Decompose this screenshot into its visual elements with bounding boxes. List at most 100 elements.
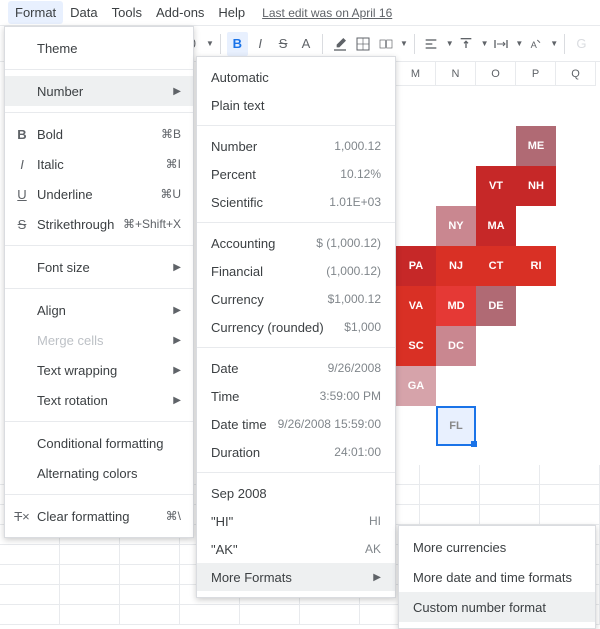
col-header[interactable]: N	[436, 62, 476, 86]
menu-alternating-colors[interactable]: Alternating colors	[5, 458, 193, 488]
cell-pa[interactable]: PA	[396, 246, 436, 286]
menu-addons[interactable]: Add-ons	[149, 1, 211, 24]
format-example: 1.01E+03	[329, 195, 381, 209]
italic-icon: I	[13, 157, 31, 172]
menu-help[interactable]: Help	[211, 1, 252, 24]
cell-nh[interactable]: NH	[516, 166, 556, 206]
format-automatic[interactable]: Automatic	[197, 63, 395, 91]
separator	[5, 494, 193, 495]
cell-vt[interactable]: VT	[476, 166, 516, 206]
valign-button[interactable]	[456, 32, 477, 56]
col-header[interactable]: Q	[556, 62, 596, 86]
cell-nj[interactable]: NJ	[436, 246, 476, 286]
menubar: Format Data Tools Add-ons Help Last edit…	[0, 0, 600, 26]
menu-text-rotation[interactable]: Text rotation▶	[5, 385, 193, 415]
menu-clear-formatting[interactable]: T×Clear formatting⌘\	[5, 501, 193, 531]
separator	[197, 125, 395, 126]
format-time[interactable]: Time3:59:00 PM	[197, 382, 395, 410]
wrap-dropdown-icon[interactable]: ▼	[515, 39, 523, 48]
format-dropdown: Theme Number▶ BBold⌘B IItalic⌘I UUnderli…	[4, 26, 194, 538]
format-duration[interactable]: Duration24:01:00	[197, 438, 395, 466]
cell-dc[interactable]: DC	[436, 326, 476, 366]
cell-sc[interactable]: SC	[396, 326, 436, 366]
rotate-dropdown-icon[interactable]: ▼	[550, 39, 558, 48]
column-headers: M N O P Q	[396, 62, 596, 86]
merge-dropdown-icon[interactable]: ▼	[400, 39, 408, 48]
mergecells-button[interactable]	[375, 32, 396, 56]
submenu-arrow-icon: ▶	[173, 395, 181, 406]
cell-de[interactable]: DE	[476, 286, 516, 326]
menu-fontsize[interactable]: Font size▶	[5, 252, 193, 282]
format-custom-1[interactable]: Sep 2008	[197, 479, 395, 507]
format-example: AK	[365, 542, 381, 556]
format-currency-rounded[interactable]: Currency (rounded)$1,000	[197, 313, 395, 341]
menu-number[interactable]: Number▶	[5, 76, 193, 106]
format-financial[interactable]: Financial(1,000.12)	[197, 257, 395, 285]
rotate-button[interactable]: A	[525, 32, 546, 56]
last-edit-link[interactable]: Last edit was on April 16	[262, 6, 392, 20]
menu-conditional-formatting[interactable]: Conditional formatting	[5, 428, 193, 458]
format-scientific[interactable]: Scientific1.01E+03	[197, 188, 395, 216]
cell-ct[interactable]: CT	[476, 246, 516, 286]
align-button[interactable]	[421, 32, 442, 56]
format-date[interactable]: Date9/26/2008	[197, 354, 395, 382]
menu-data[interactable]: Data	[63, 1, 104, 24]
format-plain-text[interactable]: Plain text	[197, 91, 395, 119]
format-example: 9/26/2008 15:59:00	[278, 417, 381, 431]
state-map-cells: ME VTNH NYMA PANJCTRI VAMDDE SCDC GA	[396, 126, 556, 406]
format-example: 9/26/2008	[328, 361, 381, 375]
submenu-arrow-icon: ▶	[173, 305, 181, 316]
menu-format[interactable]: Format	[8, 1, 63, 24]
format-accounting[interactable]: Accounting$ (1,000.12)	[197, 229, 395, 257]
col-header[interactable]: O	[476, 62, 516, 86]
bold-button[interactable]: B	[227, 32, 248, 56]
shortcut: ⌘\	[166, 509, 181, 523]
col-header[interactable]: P	[516, 62, 556, 86]
submenu-arrow-icon: ▶	[173, 365, 181, 376]
format-currency[interactable]: Currency$1,000.12	[197, 285, 395, 313]
borders-button[interactable]	[352, 32, 373, 56]
wrap-button[interactable]	[491, 32, 512, 56]
cell-va[interactable]: VA	[396, 286, 436, 326]
format-more-formats[interactable]: More Formats▶	[197, 563, 395, 591]
format-example: 10.12%	[340, 167, 381, 181]
more-currencies[interactable]: More currencies	[399, 532, 595, 562]
cell-me[interactable]: ME	[516, 126, 556, 166]
format-datetime[interactable]: Date time9/26/2008 15:59:00	[197, 410, 395, 438]
custom-number-format[interactable]: Custom number format	[399, 592, 595, 622]
cell-ny[interactable]: NY	[436, 206, 476, 246]
fontsize-dropdown-icon[interactable]: ▼	[206, 39, 214, 48]
format-percent[interactable]: Percent10.12%	[197, 160, 395, 188]
menu-underline[interactable]: UUnderline⌘U	[5, 179, 193, 209]
menu-italic[interactable]: IItalic⌘I	[5, 149, 193, 179]
fillcolor-button[interactable]	[329, 32, 350, 56]
valign-dropdown-icon[interactable]: ▼	[481, 39, 489, 48]
strikethrough-button[interactable]: S	[273, 32, 294, 56]
menu-text-wrapping[interactable]: Text wrapping▶	[5, 355, 193, 385]
format-custom-3[interactable]: "AK"AK	[197, 535, 395, 563]
menu-align[interactable]: Align▶	[5, 295, 193, 325]
menu-merge-cells: Merge cells▶	[5, 325, 193, 355]
cell-ga[interactable]: GA	[396, 366, 436, 406]
clear-format-icon: T×	[13, 509, 31, 524]
cell-ri[interactable]: RI	[516, 246, 556, 286]
menu-tools[interactable]: Tools	[105, 1, 149, 24]
menu-strikethrough[interactable]: SStrikethrough⌘+Shift+X	[5, 209, 193, 239]
align-dropdown-icon[interactable]: ▼	[446, 39, 454, 48]
more-date-time-formats[interactable]: More date and time formats	[399, 562, 595, 592]
col-header[interactable]: M	[396, 62, 436, 86]
textcolor-button[interactable]: A	[296, 32, 317, 56]
format-number[interactable]: Number1,000.12	[197, 132, 395, 160]
separator	[5, 245, 193, 246]
format-example: 3:59:00 PM	[320, 389, 381, 403]
link-button[interactable]: G	[571, 32, 592, 56]
cell-md[interactable]: MD	[436, 286, 476, 326]
selected-cell-fl[interactable]: FL	[436, 406, 476, 446]
cell-ma[interactable]: MA	[476, 206, 516, 246]
format-custom-2[interactable]: "HI"HI	[197, 507, 395, 535]
menu-theme[interactable]: Theme	[5, 33, 193, 63]
shortcut: ⌘I	[166, 157, 181, 171]
italic-button[interactable]: I	[250, 32, 271, 56]
separator	[5, 421, 193, 422]
menu-bold[interactable]: BBold⌘B	[5, 119, 193, 149]
